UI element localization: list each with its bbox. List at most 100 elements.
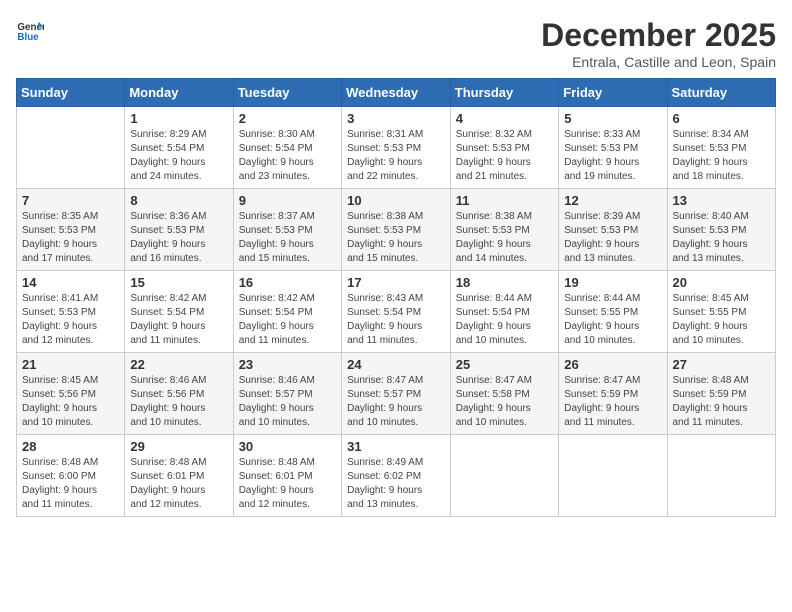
day-info: Sunrise: 8:49 AM Sunset: 6:02 PM Dayligh… [347,456,445,512]
day-number: 17 [347,275,445,290]
logo: General Blue [16,16,44,44]
calendar-cell: 18 Sunrise: 8:44 AM Sunset: 5:54 PM Dayli… [450,271,558,353]
calendar-cell [667,435,776,517]
day-number: 21 [22,357,119,372]
day-number: 12 [564,193,661,208]
calendar-cell: 30 Sunrise: 8:48 AM Sunset: 6:01 PM Dayli… [233,435,341,517]
weekday-header: Tuesday [233,79,341,107]
day-number: 5 [564,111,661,126]
day-number: 8 [130,193,227,208]
calendar-cell [559,435,667,517]
day-info: Sunrise: 8:42 AM Sunset: 5:54 PM Dayligh… [239,292,336,348]
subtitle: Entrala, Castille and Leon, Spain [541,54,776,70]
day-number: 15 [130,275,227,290]
day-info: Sunrise: 8:33 AM Sunset: 5:53 PM Dayligh… [564,128,661,184]
day-number: 2 [239,111,336,126]
title-area: December 2025 Entrala, Castille and Leon… [541,16,776,70]
calendar-cell: 28Sunrise: 8:48 AM Sunset: 6:00 PM Dayli… [17,435,125,517]
day-info: Sunrise: 8:38 AM Sunset: 5:53 PM Dayligh… [456,210,553,266]
calendar-cell: 23 Sunrise: 8:46 AM Sunset: 5:57 PM Dayli… [233,353,341,435]
calendar-cell [17,107,125,189]
day-number: 9 [239,193,336,208]
day-info: Sunrise: 8:30 AM Sunset: 5:54 PM Dayligh… [239,128,336,184]
header: General Blue December 2025 Entrala, Cast… [16,16,776,70]
calendar-cell: 27Sunrise: 8:48 AM Sunset: 5:59 PM Dayli… [667,353,776,435]
calendar-cell: 6Sunrise: 8:34 AM Sunset: 5:53 PM Daylig… [667,107,776,189]
calendar-cell: 22 Sunrise: 8:46 AM Sunset: 5:56 PM Dayli… [125,353,233,435]
calendar-cell: 3 Sunrise: 8:31 AM Sunset: 5:53 PM Daylig… [342,107,451,189]
calendar-cell: 16 Sunrise: 8:42 AM Sunset: 5:54 PM Dayli… [233,271,341,353]
day-info: Sunrise: 8:44 AM Sunset: 5:55 PM Dayligh… [564,292,661,348]
calendar-cell: 14Sunrise: 8:41 AM Sunset: 5:53 PM Dayli… [17,271,125,353]
day-number: 28 [22,439,119,454]
calendar-week-row: 1 Sunrise: 8:29 AM Sunset: 5:54 PM Daylig… [17,107,776,189]
day-number: 10 [347,193,445,208]
calendar-cell: 17 Sunrise: 8:43 AM Sunset: 5:54 PM Dayli… [342,271,451,353]
day-info: Sunrise: 8:46 AM Sunset: 5:56 PM Dayligh… [130,374,227,430]
weekday-header: Sunday [17,79,125,107]
day-number: 14 [22,275,119,290]
calendar-week-row: 14Sunrise: 8:41 AM Sunset: 5:53 PM Dayli… [17,271,776,353]
day-info: Sunrise: 8:29 AM Sunset: 5:54 PM Dayligh… [130,128,227,184]
day-number: 26 [564,357,661,372]
weekday-header: Wednesday [342,79,451,107]
day-info: Sunrise: 8:40 AM Sunset: 5:53 PM Dayligh… [673,210,771,266]
day-number: 6 [673,111,771,126]
weekday-header: Monday [125,79,233,107]
day-number: 22 [130,357,227,372]
calendar-cell: 2 Sunrise: 8:30 AM Sunset: 5:54 PM Daylig… [233,107,341,189]
calendar-week-row: 28Sunrise: 8:48 AM Sunset: 6:00 PM Dayli… [17,435,776,517]
day-number: 29 [130,439,227,454]
day-number: 7 [22,193,119,208]
calendar-cell: 26 Sunrise: 8:47 AM Sunset: 5:59 PM Dayli… [559,353,667,435]
calendar-cell: 5 Sunrise: 8:33 AM Sunset: 5:53 PM Daylig… [559,107,667,189]
day-number: 16 [239,275,336,290]
logo-icon: General Blue [16,16,44,44]
day-info: Sunrise: 8:45 AM Sunset: 5:55 PM Dayligh… [673,292,771,348]
day-number: 30 [239,439,336,454]
day-number: 11 [456,193,553,208]
calendar-cell: 20Sunrise: 8:45 AM Sunset: 5:55 PM Dayli… [667,271,776,353]
day-info: Sunrise: 8:48 AM Sunset: 5:59 PM Dayligh… [673,374,771,430]
calendar-cell: 12 Sunrise: 8:39 AM Sunset: 5:53 PM Dayli… [559,189,667,271]
calendar-week-row: 21 Sunrise: 8:45 AM Sunset: 5:56 PM Dayli… [17,353,776,435]
day-info: Sunrise: 8:42 AM Sunset: 5:54 PM Dayligh… [130,292,227,348]
day-number: 19 [564,275,661,290]
calendar-cell: 19 Sunrise: 8:44 AM Sunset: 5:55 PM Dayli… [559,271,667,353]
calendar-cell: 11 Sunrise: 8:38 AM Sunset: 5:53 PM Dayli… [450,189,558,271]
day-info: Sunrise: 8:45 AM Sunset: 5:56 PM Dayligh… [22,374,119,430]
calendar-cell: 1 Sunrise: 8:29 AM Sunset: 5:54 PM Daylig… [125,107,233,189]
day-info: Sunrise: 8:31 AM Sunset: 5:53 PM Dayligh… [347,128,445,184]
weekday-header: Thursday [450,79,558,107]
day-number: 13 [673,193,771,208]
calendar-week-row: 7 Sunrise: 8:35 AM Sunset: 5:53 PM Daylig… [17,189,776,271]
day-info: Sunrise: 8:44 AM Sunset: 5:54 PM Dayligh… [456,292,553,348]
day-number: 24 [347,357,445,372]
day-number: 18 [456,275,553,290]
day-info: Sunrise: 8:37 AM Sunset: 5:53 PM Dayligh… [239,210,336,266]
calendar-cell: 29Sunrise: 8:48 AM Sunset: 6:01 PM Dayli… [125,435,233,517]
day-info: Sunrise: 8:46 AM Sunset: 5:57 PM Dayligh… [239,374,336,430]
svg-text:Blue: Blue [17,32,39,43]
calendar-cell: 8 Sunrise: 8:36 AM Sunset: 5:53 PM Daylig… [125,189,233,271]
calendar-cell: 15 Sunrise: 8:42 AM Sunset: 5:54 PM Dayli… [125,271,233,353]
day-info: Sunrise: 8:35 AM Sunset: 5:53 PM Dayligh… [22,210,119,266]
day-number: 23 [239,357,336,372]
day-number: 1 [130,111,227,126]
calendar-cell: 4Sunrise: 8:32 AM Sunset: 5:53 PM Daylig… [450,107,558,189]
weekday-header: Friday [559,79,667,107]
day-info: Sunrise: 8:32 AM Sunset: 5:53 PM Dayligh… [456,128,553,184]
day-info: Sunrise: 8:47 AM Sunset: 5:57 PM Dayligh… [347,374,445,430]
day-info: Sunrise: 8:48 AM Sunset: 6:01 PM Dayligh… [239,456,336,512]
calendar-cell: 13 Sunrise: 8:40 AM Sunset: 5:53 PM Dayli… [667,189,776,271]
day-info: Sunrise: 8:36 AM Sunset: 5:53 PM Dayligh… [130,210,227,266]
weekday-header: Saturday [667,79,776,107]
day-info: Sunrise: 8:47 AM Sunset: 5:59 PM Dayligh… [564,374,661,430]
calendar-cell: 31Sunrise: 8:49 AM Sunset: 6:02 PM Dayli… [342,435,451,517]
calendar-cell: 9 Sunrise: 8:37 AM Sunset: 5:53 PM Daylig… [233,189,341,271]
calendar-table: SundayMondayTuesdayWednesdayThursdayFrid… [16,78,776,517]
day-info: Sunrise: 8:39 AM Sunset: 5:53 PM Dayligh… [564,210,661,266]
day-info: Sunrise: 8:47 AM Sunset: 5:58 PM Dayligh… [456,374,553,430]
day-number: 3 [347,111,445,126]
day-info: Sunrise: 8:43 AM Sunset: 5:54 PM Dayligh… [347,292,445,348]
